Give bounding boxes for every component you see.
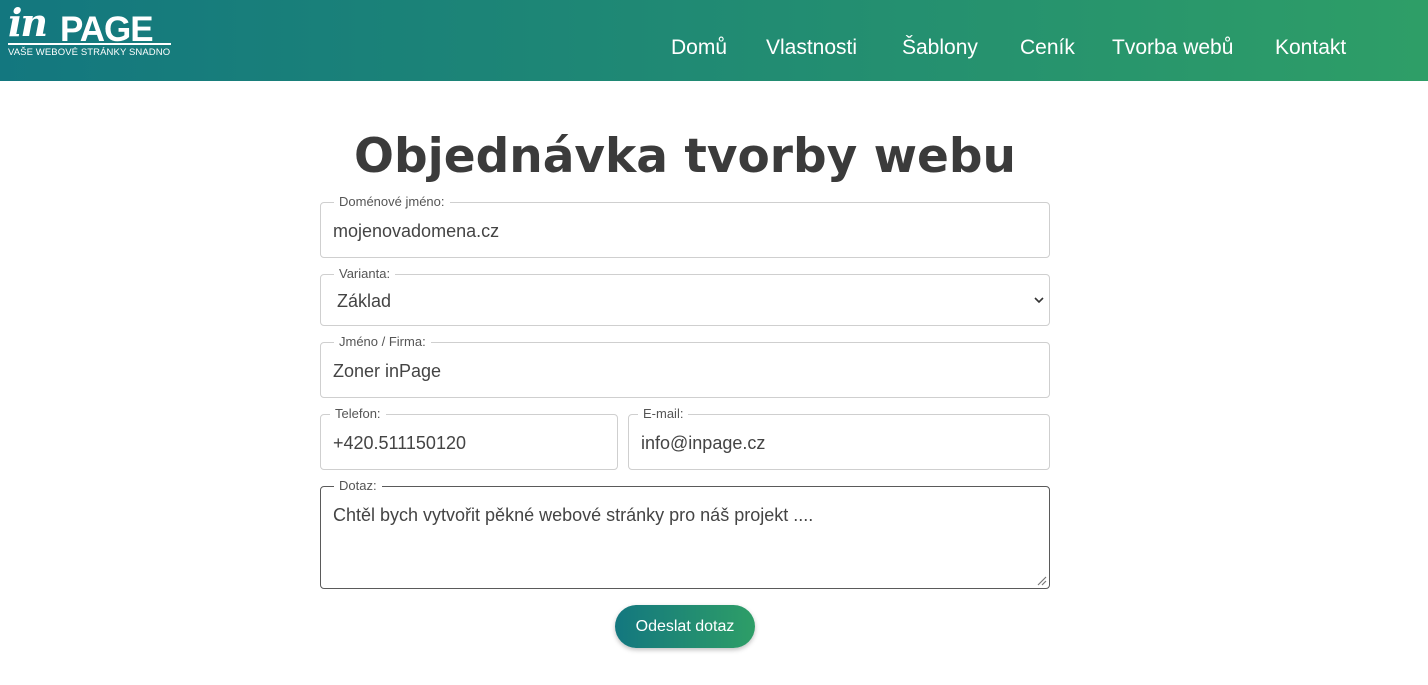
phone-field[interactable]: Telefon: +420.511150120 xyxy=(320,406,618,470)
nav-item-kontakt[interactable]: Kontakt xyxy=(1275,35,1346,61)
question-textarea[interactable]: Dotaz: Chtěl bych vytvořit pěkné webové … xyxy=(320,478,1050,589)
domain-value: mojenovadomena.cz xyxy=(333,221,500,241)
nav-item-cenik[interactable]: Ceník xyxy=(1020,35,1075,61)
submit-button[interactable]: Odeslat dotaz xyxy=(615,605,755,648)
site-header: in PAGE VAŠE WEBOVÉ STRÁNKY SNADNO Domů … xyxy=(0,0,1428,81)
phone-value: +420.511150120 xyxy=(333,433,466,453)
nav-item-sablony[interactable]: Šablony xyxy=(902,35,978,61)
variant-label: Varianta: xyxy=(334,266,396,282)
email-value: info@inpage.cz xyxy=(641,433,766,453)
domain-field[interactable]: Doménové jméno: mojenovadomena.cz xyxy=(320,194,1050,258)
domain-label: Doménové jméno: xyxy=(334,194,450,210)
chevron-down-icon xyxy=(1034,297,1044,304)
name-label: Jméno / Firma: xyxy=(334,334,431,350)
question-label: Dotaz: xyxy=(334,478,382,494)
nav-item-domu[interactable]: Domů xyxy=(671,35,727,61)
logo-in-text: in xyxy=(8,0,48,45)
resize-handle-icon[interactable] xyxy=(1035,574,1047,586)
nav-item-tvorba-webu[interactable]: Tvorba webů xyxy=(1112,35,1233,61)
variant-select[interactable]: Varianta: Základ xyxy=(320,266,1050,326)
name-field[interactable]: Jméno / Firma: Zoner inPage xyxy=(320,334,1050,398)
name-value: Zoner inPage xyxy=(333,361,442,381)
page-title: Objednávka tvorby webu xyxy=(354,129,1016,184)
question-value: Chtěl bych vytvořit pěkné webové stránky… xyxy=(333,505,814,525)
phone-label: Telefon: xyxy=(330,406,386,422)
nav-item-vlastnosti[interactable]: Vlastnosti xyxy=(766,35,857,61)
logo-tagline: VAŠE WEBOVÉ STRÁNKY SNADNO xyxy=(8,47,171,58)
site-logo[interactable]: in PAGE VAŠE WEBOVÉ STRÁNKY SNADNO xyxy=(8,4,178,62)
logo-divider xyxy=(8,43,171,45)
email-field[interactable]: E-mail: info@inpage.cz xyxy=(628,406,1050,470)
email-label: E-mail: xyxy=(638,406,689,422)
logo-page-text: PAGE xyxy=(60,10,154,49)
variant-value: Základ xyxy=(337,291,392,311)
